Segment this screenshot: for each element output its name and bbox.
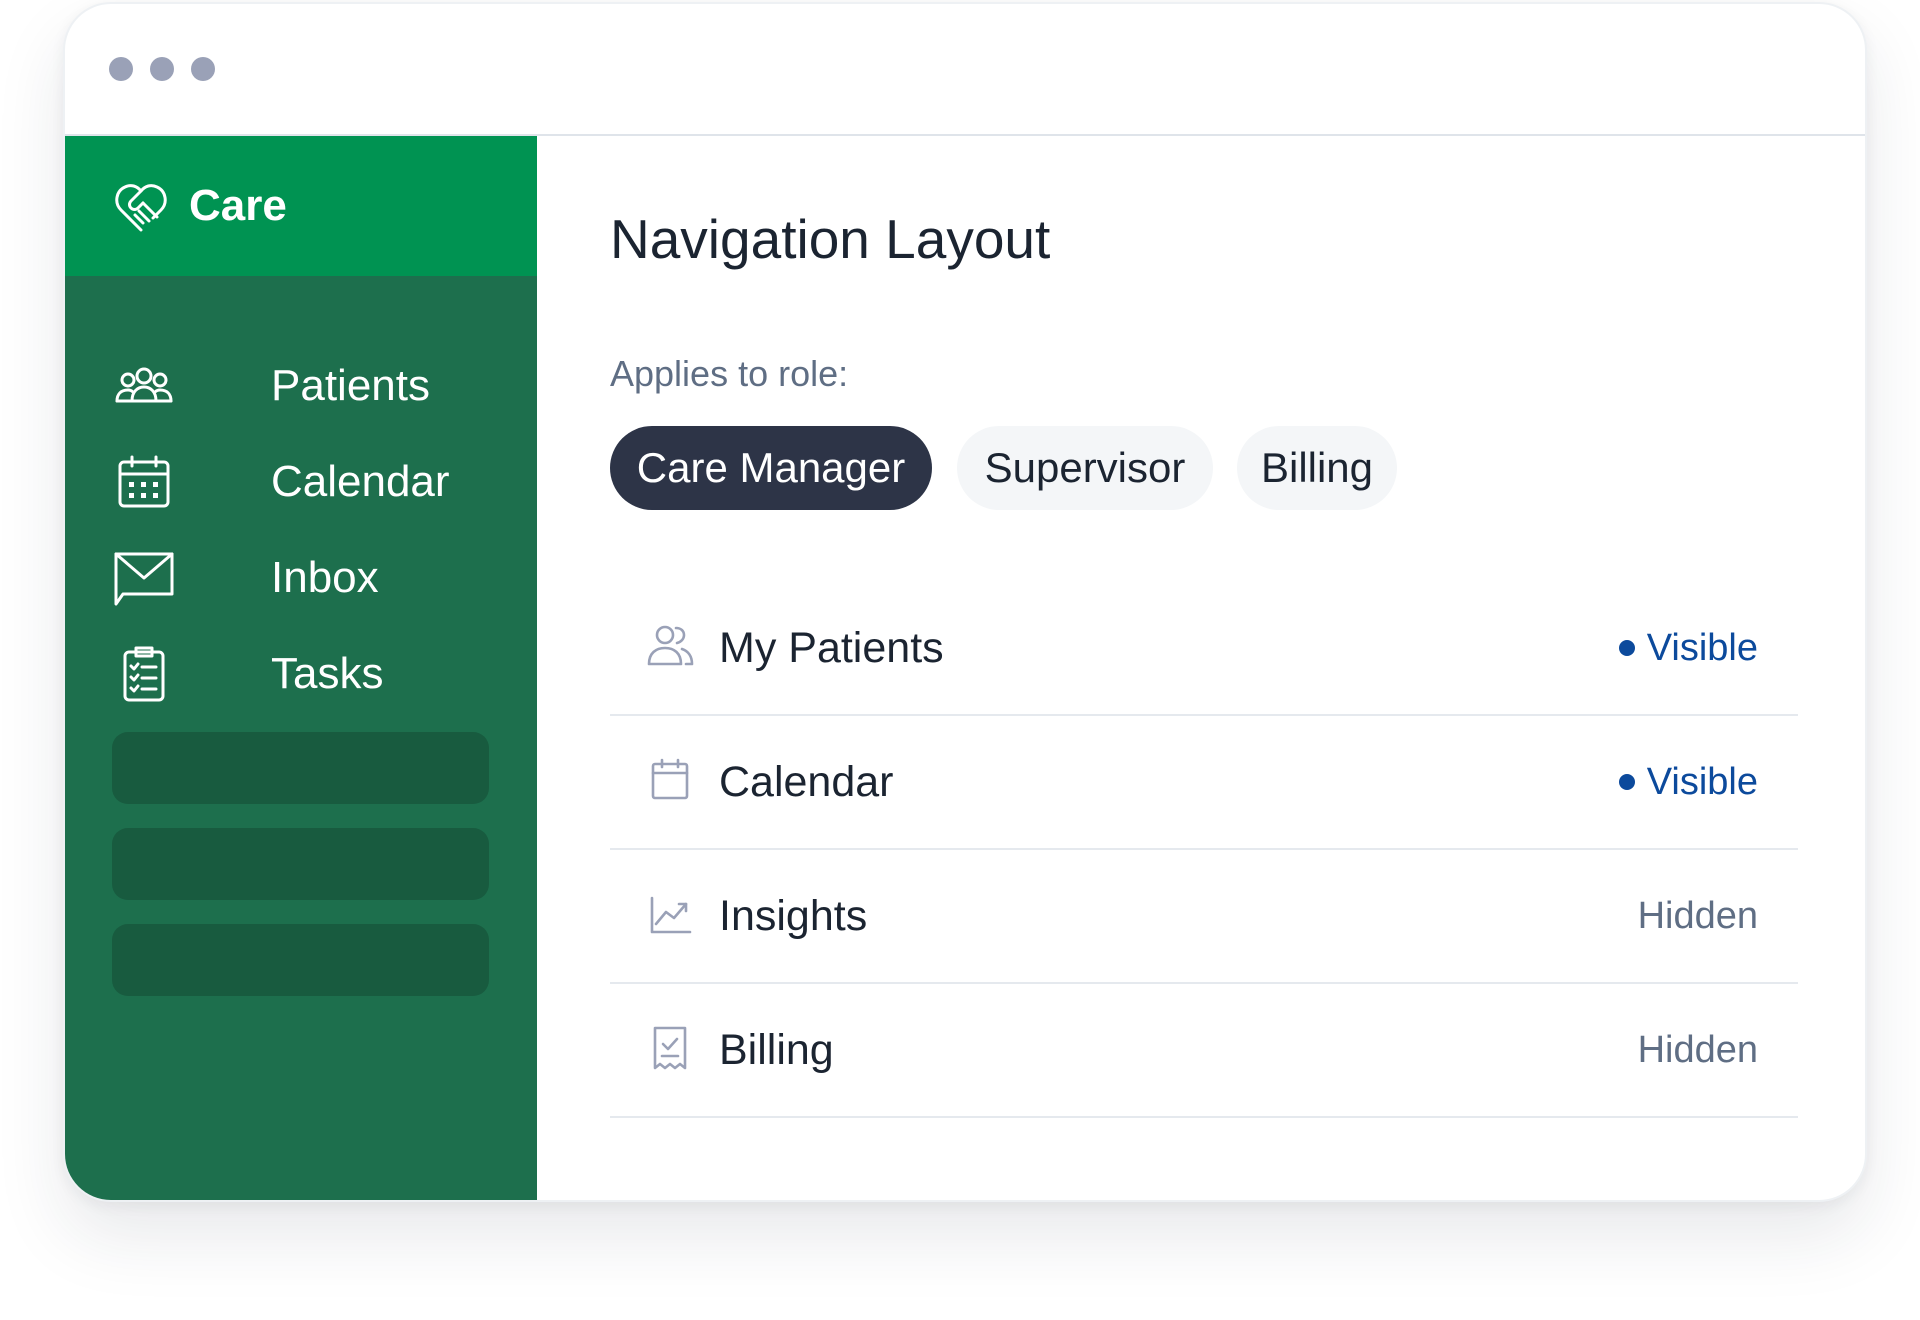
mail-icon bbox=[113, 548, 175, 608]
nav-row-label: My Patients bbox=[719, 624, 944, 672]
nav-row-calendar[interactable]: Calendar Visible bbox=[610, 716, 1798, 850]
receipt-icon bbox=[646, 1024, 694, 1072]
nav-row-billing[interactable]: Billing Hidden bbox=[610, 984, 1798, 1118]
role-chip-care-manager[interactable]: Care Manager bbox=[610, 426, 932, 510]
page-title: Navigation Layout bbox=[610, 208, 1051, 270]
role-label: Applies to role: bbox=[610, 353, 849, 394]
users-outline-icon bbox=[646, 622, 694, 670]
status-dot bbox=[1618, 774, 1635, 790]
heart-handshake-icon bbox=[113, 182, 169, 234]
status-badge[interactable]: Visible bbox=[1618, 758, 1758, 806]
sidebar-placeholder-item bbox=[112, 828, 489, 900]
sidebar: Care Patients Calendar Inbox Tasks bbox=[65, 136, 537, 1200]
brand-name: Care bbox=[189, 181, 287, 230]
window-titlebar bbox=[65, 4, 1865, 136]
main-panel: Navigation Layout Applies to role: Care … bbox=[537, 136, 1865, 1200]
status-text: Visible bbox=[1646, 761, 1758, 803]
sidebar-item-calendar[interactable]: Calendar bbox=[113, 442, 493, 522]
nav-row-label: Calendar bbox=[719, 758, 894, 806]
status-badge[interactable]: Hidden bbox=[1638, 1026, 1758, 1074]
sidebar-item-patients[interactable]: Patients bbox=[113, 346, 493, 426]
sidebar-item-label: Patients bbox=[271, 361, 430, 410]
sidebar-item-label: Calendar bbox=[271, 457, 450, 506]
sidebar-item-label: Inbox bbox=[271, 553, 379, 602]
sidebar-item-inbox[interactable]: Inbox bbox=[113, 538, 493, 618]
sidebar-brand[interactable]: Care bbox=[65, 136, 537, 276]
users-icon bbox=[113, 356, 175, 416]
window-dot-1[interactable] bbox=[109, 57, 133, 81]
trend-chart-icon bbox=[646, 890, 694, 938]
nav-row-my-patients[interactable]: My Patients Visible bbox=[610, 582, 1798, 716]
role-chip-supervisor[interactable]: Supervisor bbox=[957, 426, 1213, 510]
sidebar-item-label: Tasks bbox=[271, 649, 384, 698]
window-dot-2[interactable] bbox=[150, 57, 174, 81]
role-chip-billing[interactable]: Billing bbox=[1237, 426, 1397, 510]
status-dot bbox=[1618, 640, 1635, 656]
sidebar-placeholder-item bbox=[112, 924, 489, 996]
status-text: Visible bbox=[1646, 627, 1758, 669]
sidebar-item-tasks[interactable]: Tasks bbox=[113, 634, 493, 714]
calendar-outline-icon bbox=[646, 756, 694, 804]
status-badge[interactable]: Hidden bbox=[1638, 892, 1758, 940]
nav-row-label: Insights bbox=[719, 892, 868, 940]
clipboard-list-icon bbox=[113, 644, 175, 704]
app-window: Care Patients Calendar Inbox Tasks Navig… bbox=[63, 2, 1867, 1202]
window-dot-3[interactable] bbox=[191, 57, 215, 81]
calendar-grid-icon bbox=[113, 452, 175, 512]
nav-row-insights[interactable]: Insights Hidden bbox=[610, 850, 1798, 984]
status-badge[interactable]: Visible bbox=[1618, 624, 1758, 672]
nav-row-label: Billing bbox=[719, 1026, 834, 1074]
sidebar-placeholder-item bbox=[112, 732, 489, 804]
